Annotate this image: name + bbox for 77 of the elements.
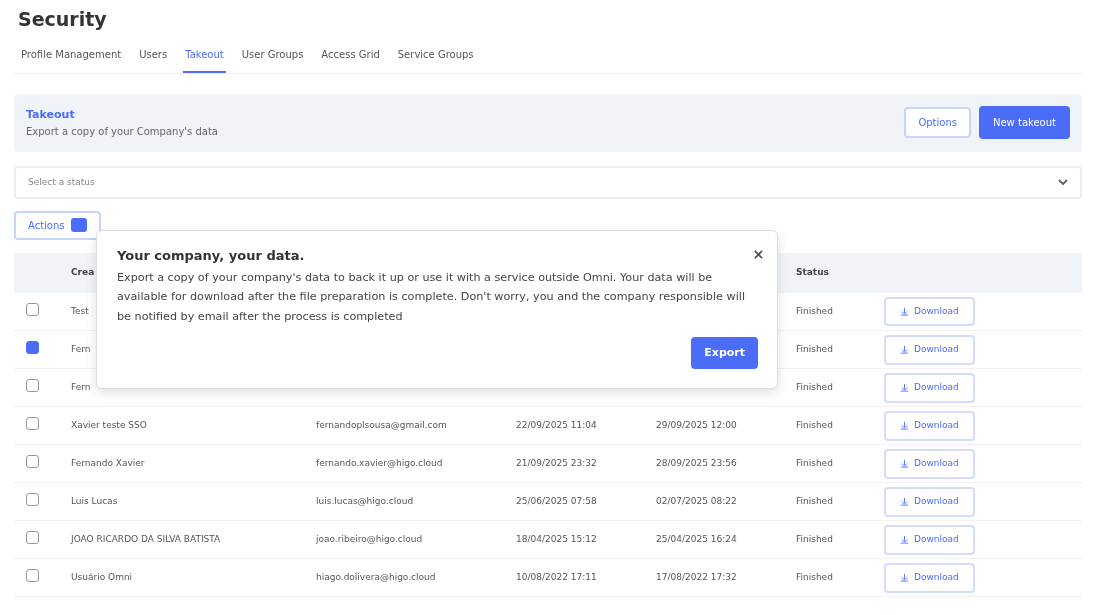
download-button[interactable]: Download <box>884 335 975 365</box>
status-text: Finished <box>796 458 833 469</box>
checkbox[interactable] <box>26 493 39 507</box>
user-name: Luis Lucas <box>71 496 118 507</box>
download-icon <box>900 497 909 507</box>
download-icon <box>900 383 909 393</box>
status-text: Finished <box>796 572 833 583</box>
new-button[interactable]: New takeout <box>979 106 1070 140</box>
user-name: JOAO RICARDO DA SILVA BATISTA <box>71 534 221 545</box>
options-button[interactable]: Options <box>904 107 971 139</box>
date-text: 10/08/2022 17:11 <box>516 572 597 583</box>
status-text: Finished <box>796 420 833 431</box>
user-name: Test <box>71 305 89 316</box>
date-text: 17/08/2022 17:32 <box>656 572 737 583</box>
download-icon <box>900 345 909 355</box>
checkbox[interactable] <box>26 302 39 316</box>
user-name: Fernando Xavier <box>71 458 145 469</box>
banner-subtitle: Export a copy of your Company's data <box>26 124 218 139</box>
checkbox[interactable] <box>26 569 39 583</box>
checkbox[interactable] <box>26 417 39 431</box>
status-text: Finished <box>796 382 833 393</box>
download-icon <box>900 307 909 317</box>
column-header: Status <box>796 267 829 278</box>
download-button[interactable]: Download <box>884 563 975 593</box>
tab[interactable]: Takeout <box>183 40 226 73</box>
download-button[interactable]: Download <box>884 411 975 441</box>
actions-button[interactable]: Actions <box>14 210 101 240</box>
chevron-down-icon <box>1058 179 1068 186</box>
download-icon <box>900 573 909 583</box>
date-text: 25/04/2025 16:24 <box>656 534 737 545</box>
download-icon <box>900 459 909 469</box>
page-title: Security <box>18 8 108 31</box>
download-button[interactable]: Download <box>884 373 975 403</box>
date-text: 18/04/2025 15:12 <box>516 534 597 545</box>
status-select[interactable]: Select a status <box>14 165 1082 199</box>
popover-title: Your company, your data. <box>117 248 306 264</box>
banner-title: Takeout <box>26 107 76 124</box>
badge-icon <box>70 218 87 233</box>
download-button[interactable]: Download <box>884 525 975 555</box>
date-text: 25/06/2025 07:58 <box>516 496 597 507</box>
tab[interactable]: Profile Management <box>19 40 124 73</box>
email-text: hiago.dolivera@higo.cloud <box>316 572 436 583</box>
user-name: Xavier teste SSO <box>71 420 147 431</box>
user-name: Fern <box>71 382 91 393</box>
status-text: Finished <box>796 496 833 507</box>
download-button[interactable]: Download <box>884 487 975 517</box>
status-text: Finished <box>796 305 833 316</box>
download-button[interactable]: Download <box>884 449 975 479</box>
email-text: fernandoplsousa@gmail.com <box>316 420 447 431</box>
popover-text: Export a copy of your company's data to back it up or use it with a service outside Omni. Your data will be available for download after the file preparation is complete. Don't worry, you and the company responsible will be notified by email after the process is completed <box>117 269 746 325</box>
checkbox[interactable] <box>26 341 39 355</box>
checkbox[interactable] <box>26 379 39 393</box>
tab[interactable]: User Groups <box>239 40 306 73</box>
checkbox[interactable] <box>26 455 39 469</box>
email-text: luis.lucas@higo.cloud <box>316 496 414 507</box>
tab[interactable]: Access Grid <box>319 40 382 73</box>
date-text: 22/09/2025 11:04 <box>516 420 597 431</box>
date-text: 02/07/2025 08:22 <box>656 496 737 507</box>
user-name: Usuário Omni <box>71 572 133 583</box>
download-button[interactable]: Download <box>884 296 975 327</box>
status-text: Finished <box>796 344 833 355</box>
checkbox[interactable] <box>26 531 39 545</box>
tab[interactable]: Service Groups <box>395 40 476 73</box>
tab[interactable]: Users <box>137 40 170 73</box>
download-icon <box>900 421 909 431</box>
export-button[interactable]: Export <box>691 336 758 369</box>
date-text: 21/09/2025 23:32 <box>516 458 597 469</box>
status-text: Finished <box>796 534 833 545</box>
date-text: 29/09/2025 12:00 <box>656 420 737 431</box>
column-header: Crea <box>71 267 95 278</box>
close-icon <box>754 250 763 259</box>
user-name: Fern <box>71 344 91 355</box>
date-text: 28/09/2025 23:56 <box>656 458 737 469</box>
email-text: fernando.xavier@higo.cloud <box>316 458 443 469</box>
email-text: joao.ribeiro@higo.cloud <box>316 534 423 545</box>
download-icon <box>900 535 909 545</box>
placeholder-text: Select a status <box>28 175 95 189</box>
